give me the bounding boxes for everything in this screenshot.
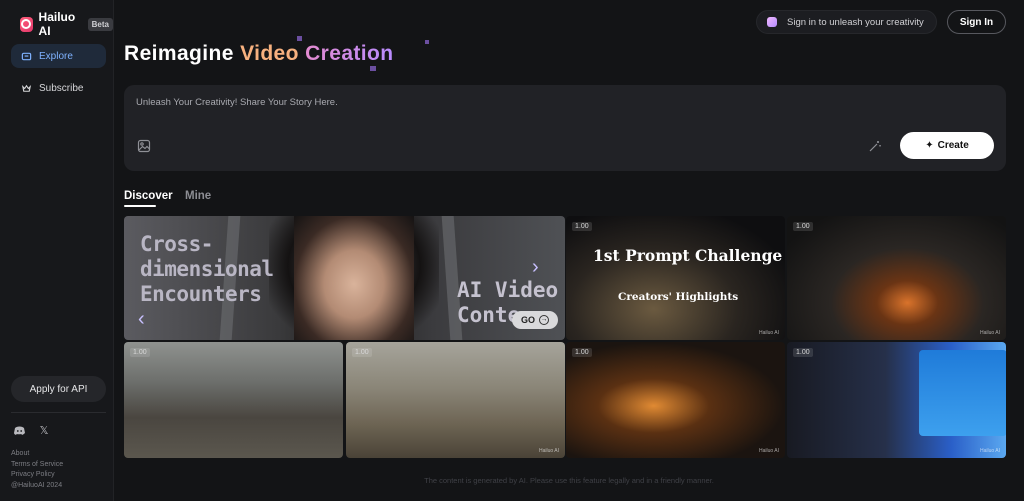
watermark: Hailuo AI [979,448,1000,454]
watermark: Hailuo AI [758,330,779,336]
watermark: Hailuo AI [758,448,779,454]
tab-discover[interactable]: Discover [124,190,173,202]
discord-icon[interactable] [12,423,26,437]
decor-dot [425,40,429,44]
sparkle-icon: ✦ [925,140,934,151]
duration-badge: 1.00 [793,348,813,357]
tab-mine[interactable]: Mine [185,190,211,202]
card-subtitle: Creators' Highlights [618,291,739,303]
active-tab-indicator [124,205,156,207]
card-title: 1st Prompt Challenge [593,246,783,265]
chevron-left-icon[interactable]: ‹ [138,308,145,331]
go-button-label: GO [520,315,535,325]
beta-badge: Beta [87,17,113,31]
duration-badge: 1.00 [572,222,592,231]
about-link[interactable]: About [11,449,63,460]
video-card[interactable]: 1.00 Hailuo AI [566,342,785,458]
hero-word-3: Creation [305,42,394,65]
monitor-screen [919,350,1006,436]
terms-link[interactable]: Terms of Service [11,460,63,471]
prompt-box[interactable]: Unleash Your Creativity! Share Your Stor… [124,85,1006,171]
create-button[interactable]: ✦ Create [900,132,994,159]
magic-wand-icon[interactable] [868,139,882,153]
sidebar-item-label: Subscribe [39,82,84,94]
brand[interactable]: Hailuo AI Beta [20,10,113,38]
portrait-image [294,216,414,340]
footer-note: The content is generated by AI. Please u… [424,476,714,485]
hero-word-2: Video [240,42,299,65]
subscribe-icon [21,84,32,92]
sidebar-item-subscribe[interactable]: Subscribe [11,76,106,100]
duration-badge: 1.00 [130,348,150,357]
video-card[interactable]: 1.00 Hailuo AI [346,342,565,458]
feature-title: Cross- dimensional Encounters [140,232,274,306]
gem-icon [767,17,777,27]
video-card[interactable]: 1.00 [124,342,343,458]
video-card[interactable]: 1.00 1st Prompt Challenge Creators' High… [566,216,785,340]
brand-name: Hailuo AI [38,10,76,38]
arrow-right-icon: → [539,315,549,325]
apply-api-button[interactable]: Apply for API [11,376,106,402]
hailuo-logo-icon [20,16,33,32]
sidebar-item-explore[interactable]: Explore [11,44,106,68]
go-button[interactable]: GO → [512,311,558,329]
hero-word-1: Reimagine [124,42,234,65]
sidebar-item-label: Explore [39,50,73,62]
watermark: Hailuo AI [538,448,559,454]
duration-badge: 1.00 [793,222,813,231]
watermark: Hailuo AI [979,330,1000,336]
duration-badge: 1.00 [572,348,592,357]
chevron-right-icon[interactable]: › [532,256,539,279]
explore-icon [21,52,32,60]
prompt-input[interactable]: Unleash Your Creativity! Share Your Stor… [136,97,338,108]
feature-card[interactable]: Cross- dimensional Encounters AI Video C… [124,216,565,340]
decor-dot [370,66,376,71]
video-card[interactable]: 1.00 Hailuo AI [787,216,1006,340]
duration-badge: 1.00 [352,348,372,357]
video-card[interactable]: 1.00 Hailuo AI [787,342,1006,458]
image-upload-icon[interactable] [137,139,151,153]
decor-dot [297,36,302,41]
sidebar-divider [11,412,106,413]
signin-prompt-pill[interactable]: Sign in to unleash your creativity [756,10,937,34]
page-title: Reimagine Video Creation [124,42,394,66]
sidebar: Hailuo AI Beta Explore Subscribe Apply f… [0,0,114,501]
create-button-label: Create [937,140,969,151]
signin-prompt-text: Sign in to unleash your creativity [787,16,924,28]
x-icon[interactable]: 𝕏 [37,423,51,437]
sign-in-button[interactable]: Sign In [947,10,1006,34]
